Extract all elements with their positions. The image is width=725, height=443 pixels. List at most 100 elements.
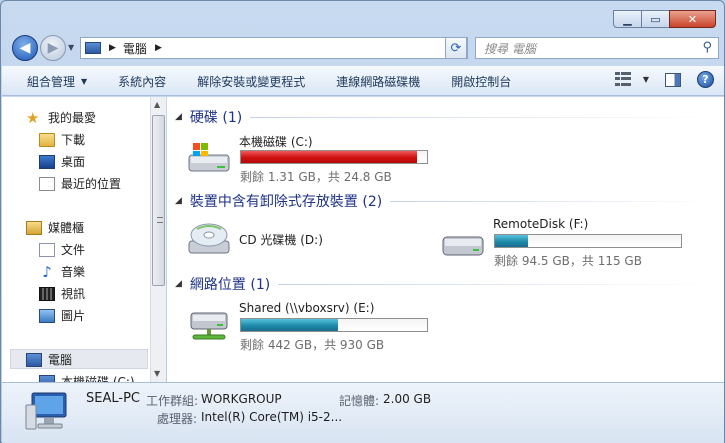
change-view-icon[interactable]	[614, 71, 633, 88]
nav-libraries-label: 媒體櫃	[48, 221, 85, 235]
nav-downloads[interactable]: 下載	[39, 131, 85, 148]
scroll-thumb[interactable]	[152, 115, 165, 286]
drive-e-name: Shared (\\vboxsrv) (E:)	[239, 301, 375, 315]
nav-pictures-label: 圖片	[61, 309, 86, 323]
processor-value: Intel(R) Core(TM) i5-2...	[201, 410, 343, 424]
group-hard-disks[interactable]: ◢ 硬碟 (1)	[175, 107, 715, 127]
nav-local-disk[interactable]: 本機磁碟 (C:)	[39, 373, 135, 382]
processor-label: 處理器:	[157, 412, 198, 426]
nav-recent-places[interactable]: 最近的位置	[39, 175, 121, 192]
nav-libraries[interactable]: 媒體櫃	[26, 219, 84, 236]
collapse-triangle-icon[interactable]: ◢	[175, 112, 182, 122]
back-arrow-icon[interactable]: ◀	[12, 35, 38, 61]
nav-downloads-label: 下載	[61, 133, 86, 147]
scroll-up-arrow-icon[interactable]: ▲	[154, 100, 160, 109]
navigation-scrollbar[interactable]: ▲ ▼	[150, 97, 166, 382]
nav-music-label: 音樂	[61, 265, 86, 279]
search-placeholder: 搜尋 電腦	[484, 41, 536, 56]
memory-value: 2.00 GB	[383, 392, 432, 406]
uninstall-label: 解除安裝或變更程式	[197, 74, 306, 89]
nav-desktop-label: 桌面	[61, 155, 86, 169]
computer-icon	[85, 42, 101, 54]
breadcrumb-chevron-icon[interactable]: ▶	[155, 43, 162, 53]
nav-pictures[interactable]: 圖片	[39, 307, 85, 324]
drive-f-usage-bar	[494, 234, 682, 248]
memory-label: 記憶體:	[339, 394, 380, 408]
nav-music[interactable]: ♪ 音樂	[39, 263, 85, 280]
command-bar: 組合管理 ▼ 系統內容 解除安裝或變更程式 連線網路磁碟機 開啟控制台 ▼ ?	[2, 66, 724, 96]
computer-name: SEAL-PC	[86, 391, 140, 406]
navigation-pane: ★ 我的最愛 下載 桌面 最近的位置 媒體櫃 文件 ♪ 音樂 視訊 圖片 電腦 …	[2, 97, 150, 382]
recent-places-icon	[39, 176, 55, 191]
breadcrumb-computer[interactable]: 電腦	[123, 40, 147, 57]
scroll-grip-icon	[157, 217, 163, 223]
address-row: ◀ ▶ ▼ ▶ 電腦 ▶ ▼ ⟳ 搜尋 電腦 ⚲	[9, 34, 719, 62]
close-button[interactable]: ✕	[669, 10, 716, 28]
drive-f-name: RemoteDisk (F:)	[493, 217, 589, 231]
drive-f[interactable]: RemoteDisk (F:) 剩餘 94.5 GB，共 115 GB	[441, 217, 701, 268]
preview-pane-icon[interactable]	[665, 72, 681, 87]
drive-e-free-space: 剩餘 442 GB，共 930 GB	[240, 338, 385, 352]
drive-c-usage-bar	[240, 150, 428, 164]
details-pane: SEAL-PC 工作群組: WORKGROUP 記憶體: 2.00 GB 處理器…	[2, 382, 724, 443]
organize-label: 組合管理	[27, 74, 76, 89]
uninstall-program-button[interactable]: 解除安裝或變更程式	[180, 69, 319, 93]
group-divider	[250, 116, 715, 118]
nav-local-disk-label: 本機磁碟 (C:)	[61, 375, 135, 382]
nav-videos-label: 視訊	[61, 287, 86, 301]
control-panel-label: 開啟控制台	[451, 74, 512, 89]
nav-computer-label: 電腦	[48, 353, 73, 367]
view-options-dropdown-icon[interactable]: ▼	[643, 75, 649, 84]
nav-videos[interactable]: 視訊	[39, 285, 85, 302]
caption-buttons: ▁ ▭ ✕	[613, 10, 716, 28]
open-control-panel-button[interactable]: 開啟控制台	[434, 69, 525, 93]
organize-button[interactable]: 組合管理 ▼	[2, 69, 101, 93]
removable-drive-icon	[442, 236, 484, 256]
music-note-icon: ♪	[42, 262, 52, 281]
scroll-down-arrow-icon[interactable]: ▼	[154, 369, 160, 378]
forward-arrow-icon[interactable]: ▶	[40, 35, 66, 61]
drive-c-name: 本機磁碟 (C:)	[239, 135, 313, 149]
nav-documents-label: 文件	[61, 243, 86, 257]
desktop-icon	[39, 154, 55, 169]
collapse-triangle-icon[interactable]: ◢	[175, 279, 182, 289]
workgroup-value: WORKGROUP	[201, 392, 282, 406]
minimize-button[interactable]: ▁	[613, 10, 642, 28]
group-network[interactable]: ◢ 網路位置 (1)	[175, 274, 715, 294]
refresh-icon[interactable]: ⟳	[445, 37, 467, 59]
system-properties-button[interactable]: 系統內容	[101, 69, 180, 93]
breadcrumb-separator-icon[interactable]: ▶	[109, 43, 116, 53]
help-icon[interactable]: ?	[697, 71, 714, 88]
nav-computer[interactable]: 電腦	[26, 351, 72, 368]
search-icon[interactable]: ⚲	[702, 40, 712, 55]
drive-e[interactable]: Shared (\\vboxsrv) (E:) 剩餘 442 GB，共 930 …	[187, 301, 437, 352]
group-removable[interactable]: ◢ 裝置中含有卸除式存放裝置 (2)	[175, 191, 715, 211]
content-pane: ◢ 硬碟 (1) 本機磁碟 (C:) 剩餘 1.31 GB，共 24.8 GB …	[167, 97, 724, 382]
drive-d-name: CD 光碟機 (D:)	[239, 233, 323, 247]
group-divider	[390, 200, 715, 202]
documents-icon	[39, 242, 55, 257]
address-bar[interactable]: ▶ 電腦 ▶ ▼	[80, 37, 468, 59]
drive-f-free-space: 剩餘 94.5 GB，共 115 GB	[494, 254, 642, 268]
drive-e-usage-fill	[241, 319, 338, 331]
recent-pages-dropdown-icon[interactable]: ▼	[68, 43, 74, 52]
downloads-folder-icon	[39, 132, 55, 147]
search-input[interactable]: 搜尋 電腦 ⚲	[475, 37, 719, 59]
libraries-icon	[26, 220, 42, 235]
pictures-icon	[39, 308, 55, 323]
hard-drive-icon	[188, 143, 230, 172]
nav-favorites[interactable]: ★ 我的最愛	[26, 109, 96, 126]
workgroup-label: 工作群組:	[146, 394, 199, 408]
system-properties-label: 系統內容	[118, 74, 167, 89]
drive-c[interactable]: 本機磁碟 (C:) 剩餘 1.31 GB，共 24.8 GB	[187, 133, 437, 184]
nav-documents[interactable]: 文件	[39, 241, 85, 258]
group-hard-disks-label: 硬碟 (1)	[189, 110, 243, 126]
maximize-button[interactable]: ▭	[641, 10, 670, 28]
drive-d[interactable]: CD 光碟機 (D:)	[187, 223, 407, 271]
nav-desktop[interactable]: 桌面	[39, 153, 85, 170]
collapse-triangle-icon[interactable]: ◢	[175, 196, 182, 206]
map-drive-label: 連線網路磁碟機	[336, 74, 421, 89]
map-network-drive-button[interactable]: 連線網路磁碟機	[319, 69, 434, 93]
group-divider	[278, 283, 715, 285]
film-strip-icon	[39, 286, 55, 301]
